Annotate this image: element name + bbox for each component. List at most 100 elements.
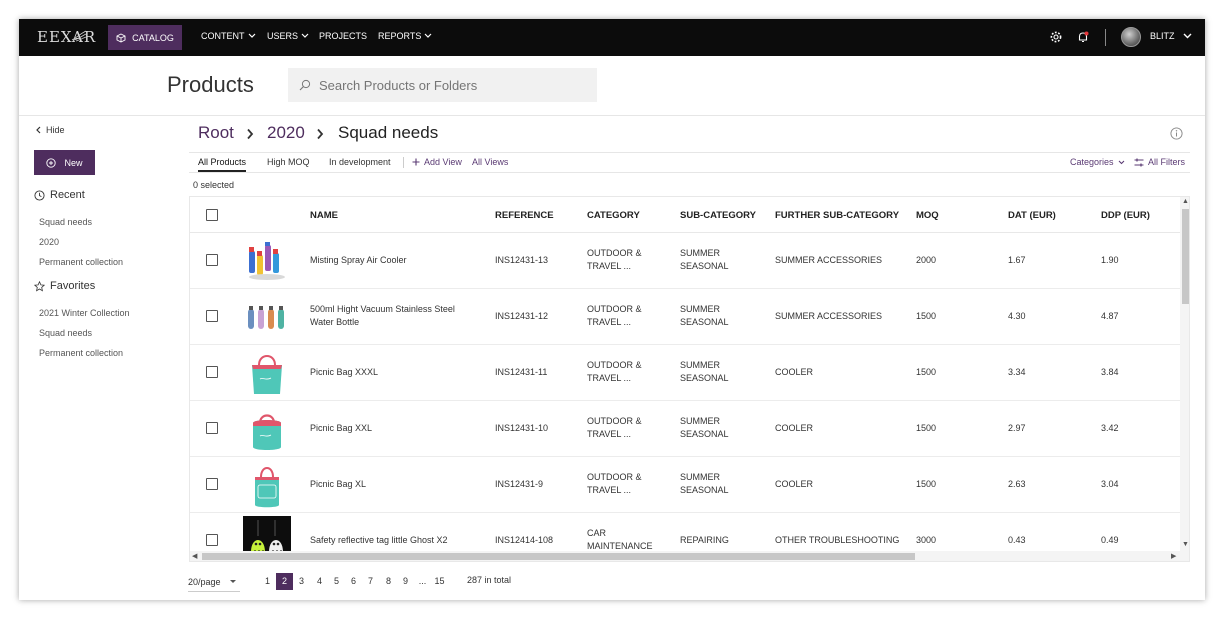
page-ellipsis[interactable]: ... (414, 573, 431, 590)
favorite-link[interactable]: Permanent collection (39, 348, 123, 358)
product-name[interactable]: Picnic Bag XXXL (310, 366, 378, 379)
nav-users[interactable]: USERS (267, 31, 309, 41)
catalog-nav-button[interactable]: CATALOG (108, 25, 182, 50)
table-row[interactable]: 500ml Hight Vacuum Stainless Steel Water … (190, 289, 1180, 345)
scroll-up-arrow-icon[interactable]: ▲ (1182, 198, 1189, 205)
column-header-sub-category[interactable]: SUB-CATEGORY (680, 210, 756, 221)
scroll-left-arrow-icon[interactable]: ◀ (192, 552, 197, 560)
chevron-down-icon (301, 33, 309, 38)
sub-category-line: SUMMER (680, 416, 720, 426)
page-link-current[interactable]: 2 (276, 573, 293, 590)
product-thumbnail-spray-bottles (243, 237, 291, 285)
table-row[interactable]: Picnic Bag XXXL INS12431-11 OUTDOOR & TRA… (190, 345, 1180, 401)
tab-in-development[interactable]: In development (329, 157, 391, 167)
table-row[interactable]: Picnic Bag XXL INS12431-10 OUTDOOR & TRAV… (190, 401, 1180, 457)
recent-link[interactable]: Permanent collection (39, 257, 123, 267)
row-checkbox[interactable] (206, 366, 218, 378)
add-view-button[interactable]: Add View (412, 157, 462, 167)
star-icon (34, 280, 45, 292)
catalog-label: CATALOG (132, 32, 174, 43)
categories-dropdown[interactable]: Categories (1070, 157, 1125, 167)
row-checkbox[interactable] (206, 310, 218, 322)
header-divider (19, 115, 1205, 116)
user-avatar[interactable] (1121, 27, 1141, 47)
nav-projects[interactable]: PROJECTS (319, 31, 367, 41)
nav-reports[interactable]: REPORTS (378, 31, 432, 41)
category-line: OUTDOOR & (587, 360, 642, 370)
product-sub-category: SUMMER SEASONAL (680, 471, 729, 497)
page-link[interactable]: 15 (431, 573, 448, 590)
info-icon[interactable] (1170, 127, 1183, 140)
page-link[interactable]: 3 (293, 573, 310, 590)
product-name[interactable]: 500ml Hight Vacuum Stainless Steel Water … (310, 303, 455, 329)
favorite-link[interactable]: Squad needs (39, 328, 92, 338)
chevron-down-icon (1118, 160, 1124, 164)
search-box[interactable] (288, 68, 597, 102)
brand-logo[interactable]: EEXAR (37, 28, 96, 46)
page-link[interactable]: 7 (362, 573, 379, 590)
notification-bell-icon[interactable] (1076, 30, 1090, 44)
all-filters-button[interactable]: All Filters (1134, 157, 1185, 167)
sub-category-line: SUMMER (680, 304, 720, 314)
column-header-further-sub-category[interactable]: FURTHER SUB-CATEGORY (775, 210, 899, 221)
table-row[interactable]: Picnic Bag XL INS12431-9 OUTDOOR & TRAVEL… (190, 457, 1180, 513)
column-header-ddp[interactable]: DDP (EUR) (1101, 210, 1150, 221)
vertical-scrollbar-thumb[interactable] (1182, 209, 1189, 304)
user-menu[interactable]: BLITZ (1150, 31, 1192, 41)
recent-link[interactable]: 2020 (39, 237, 59, 247)
sub-category-line: SUMMER (680, 248, 720, 258)
breadcrumb-root[interactable]: Root (198, 123, 234, 143)
row-checkbox[interactable] (206, 478, 218, 490)
nav-content[interactable]: CONTENT (201, 31, 256, 41)
product-name[interactable]: Picnic Bag XXL (310, 422, 372, 435)
table-header: NAME REFERENCE CATEGORY SUB-CATEGORY FUR… (190, 197, 1180, 233)
product-name[interactable]: Picnic Bag XL (310, 478, 366, 491)
product-ddp: 4.87 (1101, 311, 1119, 321)
page-size-select[interactable]: 20/page (188, 572, 240, 592)
category-line: OUTDOOR & (587, 304, 642, 314)
product-name-line: Water Bottle (310, 317, 360, 327)
page-link[interactable]: 1 (259, 573, 276, 590)
logo-wing-icon (71, 30, 87, 42)
nav-projects-label: PROJECTS (319, 31, 368, 41)
page-link[interactable]: 9 (397, 573, 414, 590)
hide-sidebar-button[interactable]: Hide (35, 125, 65, 135)
page-link[interactable]: 4 (311, 573, 328, 590)
breadcrumb-2020[interactable]: 2020 (267, 123, 305, 143)
recent-link[interactable]: Squad needs (39, 217, 92, 227)
table-row[interactable]: Misting Spray Air Cooler INS12431-13 OUT… (190, 233, 1180, 289)
product-dat: 4.30 (1008, 311, 1026, 321)
row-checkbox[interactable] (206, 254, 218, 266)
new-button[interactable]: New (34, 150, 95, 175)
category-line: OUTDOOR & (587, 416, 642, 426)
page-link[interactable]: 5 (328, 573, 345, 590)
breadcrumb-current: Squad needs (338, 123, 439, 142)
sub-category-line: SUMMER (680, 360, 720, 370)
product-thumbnail-picnic-bag (243, 405, 291, 453)
category-line: TRAVEL ... (587, 429, 632, 439)
search-input[interactable] (319, 77, 579, 93)
column-header-dat[interactable]: DAT (EUR) (1008, 210, 1056, 221)
column-header-name[interactable]: NAME (310, 210, 338, 221)
filter-sliders-icon (1134, 158, 1144, 166)
column-header-category[interactable]: CATEGORY (587, 210, 640, 221)
row-checkbox[interactable] (206, 534, 218, 546)
settings-gear-icon[interactable] (1049, 30, 1063, 44)
all-views-link[interactable]: All Views (472, 157, 508, 167)
row-checkbox[interactable] (206, 422, 218, 434)
tab-high-moq[interactable]: High MOQ (267, 157, 310, 167)
horizontal-scrollbar-thumb[interactable] (202, 553, 915, 560)
tab-all-products[interactable]: All Products (198, 157, 247, 172)
product-further-sub-category: COOLER (775, 479, 814, 489)
column-header-reference[interactable]: REFERENCE (495, 210, 554, 221)
page-link[interactable]: 6 (345, 573, 362, 590)
product-name[interactable]: Misting Spray Air Cooler (310, 254, 407, 267)
column-header-moq[interactable]: MOQ (916, 210, 939, 221)
page-link[interactable]: 8 (380, 573, 397, 590)
sub-category-line: SUMMER (680, 472, 720, 482)
select-all-checkbox[interactable] (206, 209, 218, 221)
product-name[interactable]: Safety reflective tag little Ghost X2 (310, 534, 448, 547)
favorite-link[interactable]: 2021 Winter Collection (39, 308, 130, 318)
scroll-right-arrow-icon[interactable]: ▶ (1171, 552, 1176, 560)
scroll-down-arrow-icon[interactable]: ▼ (1182, 541, 1189, 548)
